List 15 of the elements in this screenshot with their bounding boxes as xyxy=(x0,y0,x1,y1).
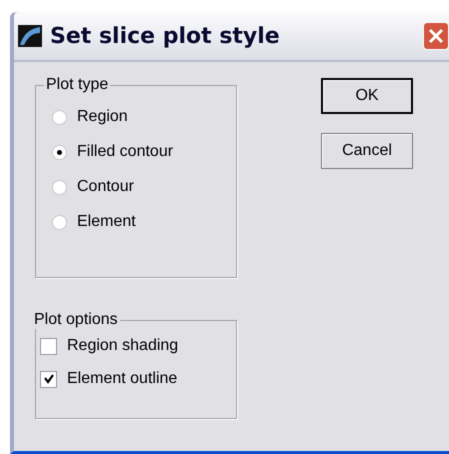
radio-option[interactable]: Region xyxy=(52,100,236,134)
option-label: Element xyxy=(77,213,136,231)
radio-option[interactable]: Contour xyxy=(52,170,236,204)
option-label: Contour xyxy=(77,178,134,196)
group-label: Plot options xyxy=(33,311,119,329)
group-label: Plot type xyxy=(45,76,110,94)
checkbox-label: Element outline xyxy=(67,370,178,388)
checkbox-label: Region shading xyxy=(67,337,178,355)
radio-option[interactable]: Filled contour xyxy=(52,135,236,169)
dialog-button[interactable]: OK xyxy=(321,78,413,114)
window-title: Set slice plot style xyxy=(50,24,280,48)
option-label: Region xyxy=(77,108,128,126)
option-label: Filled contour xyxy=(77,143,174,161)
dialog-button[interactable]: Cancel xyxy=(321,133,413,169)
radio-option[interactable]: Element xyxy=(52,205,236,239)
